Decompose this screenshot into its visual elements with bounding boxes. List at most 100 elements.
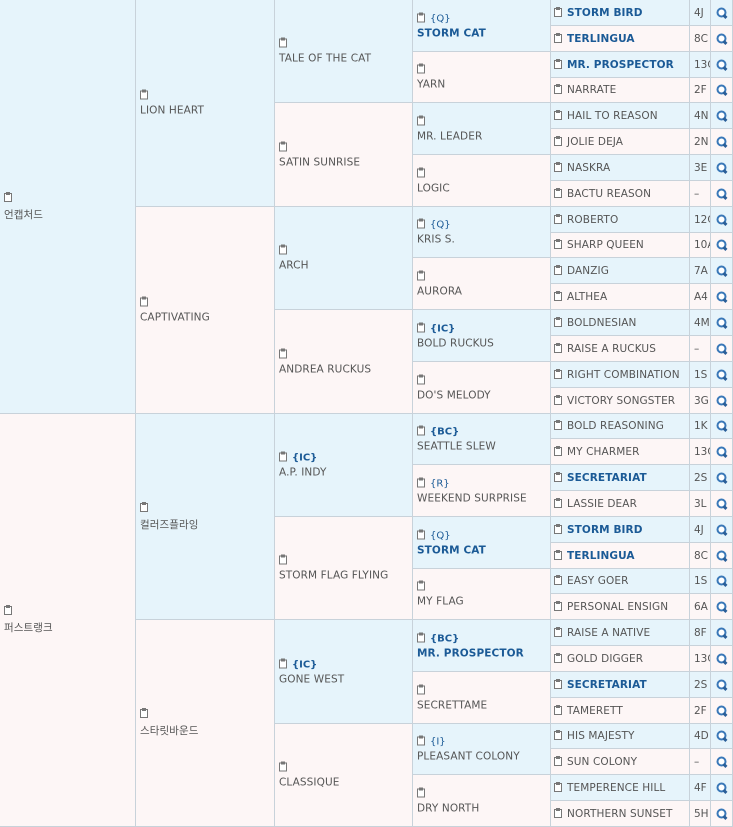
horse-name[interactable]: MY CHARMER bbox=[567, 446, 640, 458]
horse-cell-g2[interactable]: 컬러즈플라잉 bbox=[136, 414, 275, 620]
search-icon[interactable] bbox=[716, 214, 727, 225]
search-cell[interactable] bbox=[711, 362, 733, 388]
horse-name[interactable]: LASSIE DEAR bbox=[567, 498, 637, 510]
horse-cell-g4[interactable]: MY FLAG bbox=[413, 569, 551, 620]
horse-cell-g3[interactable]: {IC} A.P. INDY bbox=[275, 414, 413, 517]
horse-name[interactable]: BOLD REASONING bbox=[567, 420, 664, 432]
search-icon[interactable] bbox=[716, 524, 727, 535]
clipboard-icon[interactable] bbox=[417, 63, 426, 74]
clipboard-icon[interactable] bbox=[140, 89, 149, 100]
horse-cell-g3[interactable]: {IC} GONE WEST bbox=[275, 620, 413, 724]
horse-name[interactable]: CAPTIVATING bbox=[140, 312, 272, 324]
clipboard-icon[interactable] bbox=[554, 497, 563, 508]
horse-name[interactable]: STORM CAT bbox=[417, 544, 548, 556]
horse-name[interactable]: MR. PROSPECTOR bbox=[417, 647, 548, 659]
horse-name[interactable]: SATIN SUNRISE bbox=[279, 156, 410, 168]
search-cell[interactable] bbox=[711, 336, 733, 362]
search-cell[interactable] bbox=[711, 749, 733, 775]
search-cell[interactable] bbox=[711, 26, 733, 52]
horse-cell-g5[interactable]: SECRETARIAT bbox=[551, 465, 690, 491]
search-icon[interactable] bbox=[716, 653, 727, 664]
clipboard-icon[interactable] bbox=[554, 704, 563, 715]
horse-name[interactable]: EASY GOER bbox=[567, 575, 628, 587]
horse-name[interactable]: SEATTLE SLEW bbox=[417, 441, 548, 453]
search-cell[interactable] bbox=[711, 672, 733, 698]
clipboard-icon[interactable] bbox=[4, 191, 13, 202]
clipboard-icon[interactable] bbox=[554, 58, 563, 69]
horse-cell-g4[interactable]: {IC} BOLD RUCKUS bbox=[413, 310, 551, 362]
search-icon[interactable] bbox=[716, 59, 727, 70]
clipboard-icon[interactable] bbox=[279, 244, 288, 255]
search-icon[interactable] bbox=[716, 550, 727, 561]
horse-cell-g4[interactable]: AURORA bbox=[413, 258, 551, 310]
clipboard-icon[interactable] bbox=[554, 394, 563, 405]
search-icon[interactable] bbox=[716, 110, 727, 121]
horse-cell-g5[interactable]: RAISE A NATIVE bbox=[551, 620, 690, 646]
horse-cell-g2[interactable]: LION HEART bbox=[136, 0, 275, 207]
horse-name[interactable]: LOGIC bbox=[417, 182, 548, 194]
horse-cell-g5[interactable]: NASKRA bbox=[551, 155, 690, 181]
clipboard-icon[interactable] bbox=[279, 451, 288, 462]
horse-cell-g5[interactable]: NARRATE bbox=[551, 78, 690, 103]
horse-cell-g2[interactable]: 스타릿바운드 bbox=[136, 620, 275, 827]
search-cell[interactable] bbox=[711, 465, 733, 491]
search-cell[interactable] bbox=[711, 491, 733, 517]
search-cell[interactable] bbox=[711, 594, 733, 620]
horse-cell-g5[interactable]: ALTHEA bbox=[551, 284, 690, 310]
clipboard-icon[interactable] bbox=[554, 445, 563, 456]
search-icon[interactable] bbox=[716, 756, 727, 767]
clipboard-icon[interactable] bbox=[554, 84, 563, 94]
search-cell[interactable] bbox=[711, 129, 733, 155]
horse-name[interactable]: ROBERTO bbox=[567, 214, 618, 226]
clipboard-icon[interactable] bbox=[554, 807, 563, 818]
clipboard-icon[interactable] bbox=[417, 425, 426, 436]
horse-name[interactable]: STORM BIRD bbox=[567, 7, 643, 19]
search-cell[interactable] bbox=[711, 646, 733, 672]
horse-name[interactable]: TERLINGUA bbox=[567, 33, 635, 45]
search-icon[interactable] bbox=[716, 188, 727, 199]
search-icon[interactable] bbox=[716, 730, 727, 742]
clipboard-icon[interactable] bbox=[554, 368, 563, 379]
horse-cell-g5[interactable]: SUN COLONY bbox=[551, 749, 690, 775]
search-icon[interactable] bbox=[716, 343, 727, 354]
horse-cell-g4[interactable]: {BC} SEATTLE SLEW bbox=[413, 414, 551, 465]
horse-cell-g5[interactable]: LASSIE DEAR bbox=[551, 491, 690, 517]
horse-name[interactable]: MY FLAG bbox=[417, 596, 548, 608]
horse-cell-g5[interactable]: BOLD REASONING bbox=[551, 414, 690, 439]
horse-name[interactable]: 컬러즈플라잉 bbox=[140, 517, 272, 532]
clipboard-icon[interactable] bbox=[140, 501, 149, 512]
clipboard-icon[interactable] bbox=[554, 187, 563, 198]
clipboard-icon[interactable] bbox=[279, 658, 288, 668]
clipboard-icon[interactable] bbox=[279, 348, 288, 358]
clipboard-icon[interactable] bbox=[417, 167, 426, 177]
horse-name[interactable]: SECRETTAME bbox=[417, 699, 548, 711]
horse-cell-g4[interactable]: MR. LEADER bbox=[413, 103, 551, 155]
clipboard-icon[interactable] bbox=[554, 781, 563, 792]
clipboard-icon[interactable] bbox=[417, 735, 426, 746]
horse-name[interactable]: VICTORY SONGSTER bbox=[567, 395, 675, 407]
horse-name[interactable]: CLASSIQUE bbox=[279, 777, 410, 789]
horse-name[interactable]: BOLD RUCKUS bbox=[417, 337, 548, 349]
clipboard-icon[interactable] bbox=[417, 374, 426, 384]
horse-name[interactable]: DANZIG bbox=[567, 265, 609, 277]
horse-cell-g5[interactable]: ROBERTO bbox=[551, 207, 690, 233]
search-cell[interactable] bbox=[711, 0, 733, 26]
horse-name[interactable]: JOLIE DEJA bbox=[567, 136, 623, 148]
horse-name[interactable]: STORM CAT bbox=[417, 27, 548, 39]
search-cell[interactable] bbox=[711, 284, 733, 310]
clipboard-icon[interactable] bbox=[554, 135, 563, 146]
horse-name[interactable]: NARRATE bbox=[567, 84, 616, 96]
search-icon[interactable] bbox=[716, 575, 727, 587]
clipboard-icon[interactable] bbox=[554, 730, 563, 740]
horse-name[interactable]: GONE WEST bbox=[279, 673, 410, 685]
search-cell[interactable] bbox=[711, 78, 733, 103]
search-icon[interactable] bbox=[716, 369, 727, 380]
clipboard-icon[interactable] bbox=[140, 296, 149, 307]
clipboard-icon[interactable] bbox=[417, 580, 426, 591]
horse-name[interactable]: TAMERETT bbox=[567, 705, 623, 717]
horse-cell-g3[interactable]: SATIN SUNRISE bbox=[275, 103, 413, 207]
clipboard-icon[interactable] bbox=[554, 32, 563, 43]
horse-cell-g4[interactable]: YARN bbox=[413, 52, 551, 103]
horse-cell-g4[interactable]: SECRETTAME bbox=[413, 672, 551, 724]
horse-name[interactable]: ALTHEA bbox=[567, 291, 607, 303]
